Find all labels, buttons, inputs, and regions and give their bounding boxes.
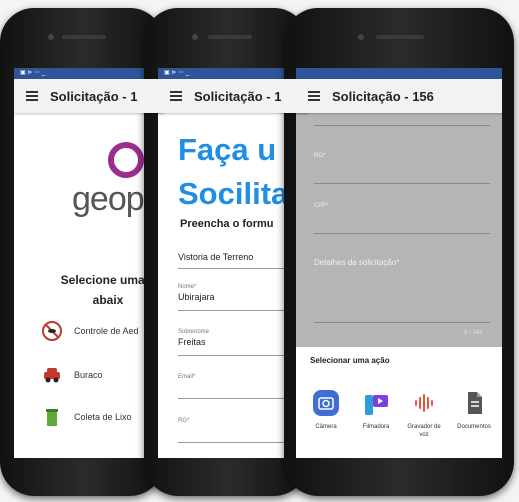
app-bar: Solicitação - 1 [14,79,164,113]
field-label: Email* [178,374,196,380]
name-field[interactable]: Nome* Ubirajara [178,284,288,311]
action-video[interactable]: Filmadora [354,389,398,431]
action-label: Gravador de voz [407,424,441,438]
action-label: Câmera [315,424,337,430]
field-value: Freitas [178,337,206,347]
status-bar [296,68,502,79]
field-value [314,165,490,175]
request-type-field[interactable]: Vistoria de Terreno [178,250,288,269]
field-value: Vistoria de Terreno [178,252,254,262]
action-camera[interactable]: Câmera [304,389,348,431]
action-documents[interactable]: Documentos [452,389,496,431]
field-label: Sobrenome [178,329,210,335]
field-label: CPF* [314,203,329,209]
details-label: Detalhes da solicitação* [314,258,400,267]
service-item-coleta-lixo[interactable]: Coleta de Lixo [40,406,132,428]
front-camera [48,34,54,40]
cpf-field[interactable]: CPF* [314,203,490,234]
form-title-line1: Faça u [178,132,277,167]
speaker-grille [62,35,106,39]
speaker-grille [376,35,424,39]
front-camera [192,34,198,40]
service-label: Buraco [74,370,103,380]
menu-icon[interactable] [26,91,38,101]
video-icon [362,389,390,417]
service-label: Coleta de Lixo [74,412,132,422]
service-item-buraco[interactable]: Buraco [40,364,103,386]
sheet-title: Selecionar uma ação [310,356,390,365]
action-label: Documentos [457,424,491,430]
logo-text: geop [72,180,145,218]
field-label: Nome* [178,284,197,290]
menu-icon[interactable] [170,91,182,101]
car-icon [40,364,64,386]
service-item-aedes[interactable]: Controle de Aed [40,320,139,342]
app-bar: Solicitação - 156 [296,79,502,113]
details-field[interactable] [314,322,490,323]
field-value [314,215,490,225]
phone-3-screen: Solicitação - 156 RG* CPF* Detalhes da s… [296,68,502,458]
form-subtitle: Preencha o formu [180,218,274,230]
phone-1: ▣ ⊳ ⋯ _ ✱ ▮ Solicitação - 1 geop Selecio… [0,8,164,496]
front-camera [358,34,364,40]
appbar-title: Solicitação - 156 [332,88,434,104]
email-field[interactable]: Email* [178,374,288,399]
trash-icon [40,406,64,428]
appbar-title: Solicitação - 1 [194,88,282,104]
mosquito-icon [40,320,64,342]
speaker-grille [208,35,252,39]
service-label: Controle de Aed [74,326,139,336]
surname-field[interactable]: Sobrenome Freitas [178,329,288,356]
appbar-title: Solicitação - 1 [50,88,138,104]
field-label: RG* [178,418,190,424]
app-bar: Solicitação - 1 [158,79,308,113]
action-label: Filmadora [362,424,390,430]
menu-icon[interactable] [308,91,320,101]
camera-icon [312,389,340,417]
phone-1-screen: ▣ ⊳ ⋯ _ ✱ ▮ Solicitação - 1 [14,68,164,458]
status-left: ▣ ⊳ ⋯ _ [20,70,46,76]
char-counter: 0 / 142 [464,330,483,336]
document-icon [460,389,488,417]
previous-field-line [314,113,490,126]
geop-logo-icon [108,142,144,178]
form-title-line2: Socilita [178,176,289,211]
status-left: ▣ ⊳ ⋯ _ [164,70,190,76]
rg-field[interactable]: RG* [178,418,288,443]
action-sheet: Selecionar uma ação Câmera Filmadora Gra… [296,347,502,458]
action-voice-recorder[interactable]: Gravador de voz [402,389,446,439]
field-value: Ubirajara [178,292,215,302]
rg-field[interactable]: RG* [314,153,490,184]
phone-3: Solicitação - 156 RG* CPF* Detalhes da s… [284,8,514,496]
status-bar: ▣ ⊳ ⋯ _ ✱ ▮ [14,68,164,79]
field-label: RG* [314,153,326,159]
microphone-wave-icon [410,389,438,417]
